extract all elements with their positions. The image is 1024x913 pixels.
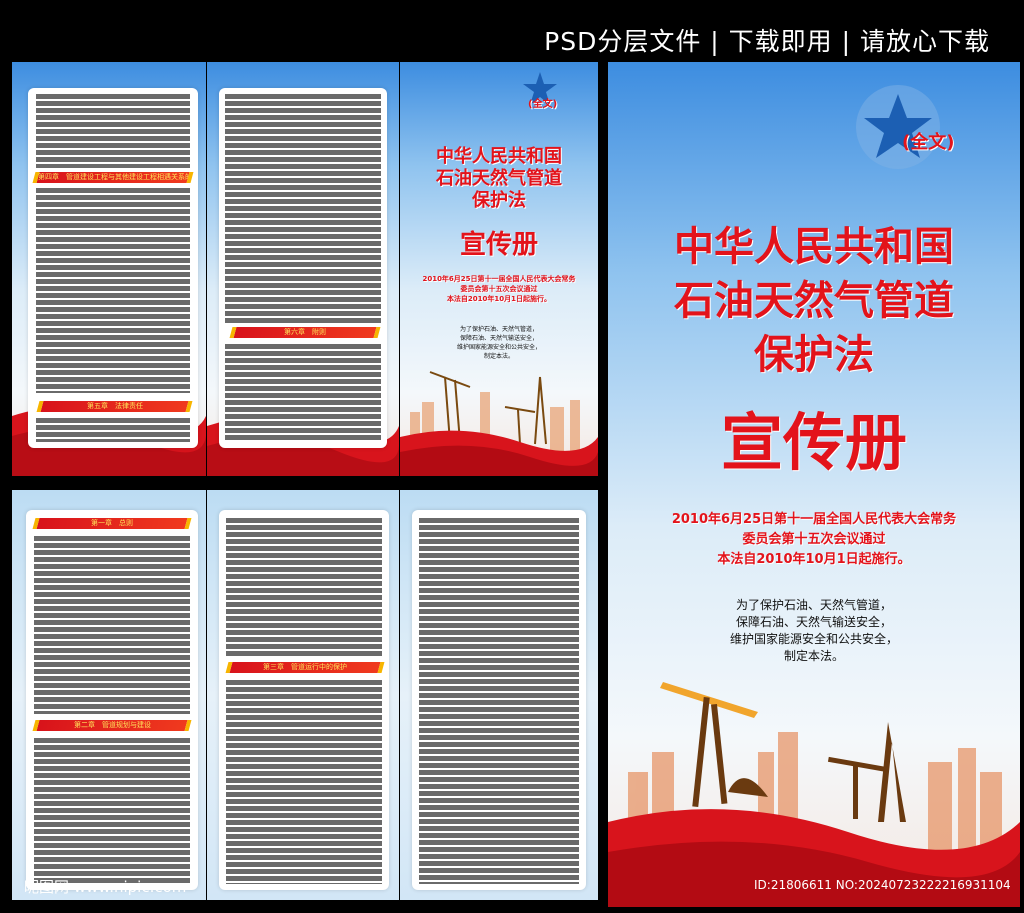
cover-title-line3: 保护法	[754, 332, 874, 378]
cover-subtitle: 宣传册	[720, 406, 907, 479]
small-purpose-3: 维护国家能源安全和公共安全，	[456, 344, 541, 351]
cover-purpose-2: 保障石油、天然气输送安全，	[735, 615, 892, 629]
text-lines	[36, 418, 190, 442]
cover-passed-1: 2010年6月25日第十一届全国人民代表大会常务	[671, 512, 957, 527]
small-subtitle: 宣传册	[459, 230, 538, 260]
text-lines	[34, 738, 190, 884]
chapter-3-heading: 第三章 管道运行中的保护	[225, 662, 385, 673]
cover-purpose-1: 为了保护石油、天然气管道，	[735, 598, 892, 612]
small-purpose-2: 保障石油、天然气输送安全，	[459, 335, 538, 342]
front-cover: (全文) 中华人民共和国 石油天然气管道 保护法 宣传册 2010年6月25日第…	[608, 62, 1020, 907]
text-lines	[226, 518, 382, 656]
text-card: 第六章 附则	[219, 88, 387, 448]
cover-title-line2: 石油天然气管道	[674, 278, 954, 324]
back-panel-middle: 第六章 附则	[207, 62, 399, 476]
text-lines	[34, 536, 190, 714]
text-lines	[226, 680, 382, 884]
banner-text: PSD分层文件 | 下载即用 | 请放心下载	[544, 27, 990, 56]
text-lines	[225, 94, 381, 324]
small-passed-2: 委员会第十五次会议通过	[460, 285, 538, 293]
cover-purpose-3: 维护国家能源安全和公共安全，	[729, 632, 898, 646]
small-passed-1: 2010年6月25日第十一届全国人民代表大会常务	[422, 275, 576, 283]
chapter-2-heading: 第二章 管道规划与建设	[32, 720, 192, 731]
chapter-1-heading: 第一章 总则	[32, 518, 192, 529]
inside-panel-right	[400, 490, 598, 900]
small-passed-3: 本法自2010年10月1日起施行。	[446, 295, 552, 303]
text-card: 第三章 管道运行中的保护	[219, 510, 389, 890]
small-cover-panel: (全文) 中华人民共和国 石油天然气管道 保护法 宣传册 2010年6月25日第…	[400, 62, 598, 476]
small-title-line3: 保护法	[472, 190, 526, 211]
cover-title-line1: 中华人民共和国	[674, 224, 954, 270]
text-card: 第一章 总则 第二章 管道规划与建设	[26, 510, 198, 890]
oil-city-illustration	[608, 682, 1020, 907]
text-card: 第四章 管道建设工程与其他建设工程相遇关系的处理 第五章 法律责任	[28, 88, 198, 448]
text-lines	[36, 188, 190, 393]
cover-passed-3: 本法自2010年10月1日起施行。	[717, 552, 911, 567]
star-icon	[856, 85, 940, 169]
text-lines	[36, 94, 190, 168]
chapter-4-heading: 第四章 管道建设工程与其他建设工程相遇关系的处理	[32, 172, 194, 183]
small-purpose-1: 为了保护石油、天然气管道，	[459, 326, 538, 333]
chapter-5-heading: 第五章 法律责任	[36, 401, 193, 412]
top-banner: PSD分层文件 | 下载即用 | 请放心下载	[0, 0, 1024, 62]
back-panel-left: 第四章 管道建设工程与其他建设工程相遇关系的处理 第五章 法律责任	[12, 62, 206, 476]
text-lines	[225, 344, 381, 442]
cover-passed-2: 委员会第十五次会议通过	[742, 532, 886, 547]
text-lines	[419, 518, 579, 884]
text-card	[412, 510, 586, 890]
chapter-6-heading: 第六章 附则	[229, 327, 381, 338]
watermark-right: ID:21806611 NO:20240723222216931104	[754, 878, 1011, 892]
small-full-text: (全文)	[528, 99, 558, 110]
oil-city-illustration	[400, 371, 598, 476]
inside-panel-left: 第一章 总则 第二章 管道规划与建设	[12, 490, 206, 900]
watermark-left: 昵图网 www.nipic.com	[24, 878, 187, 896]
inside-panel-middle: 第三章 管道运行中的保护	[207, 490, 399, 900]
cover-full-text: (全文)	[902, 132, 955, 153]
